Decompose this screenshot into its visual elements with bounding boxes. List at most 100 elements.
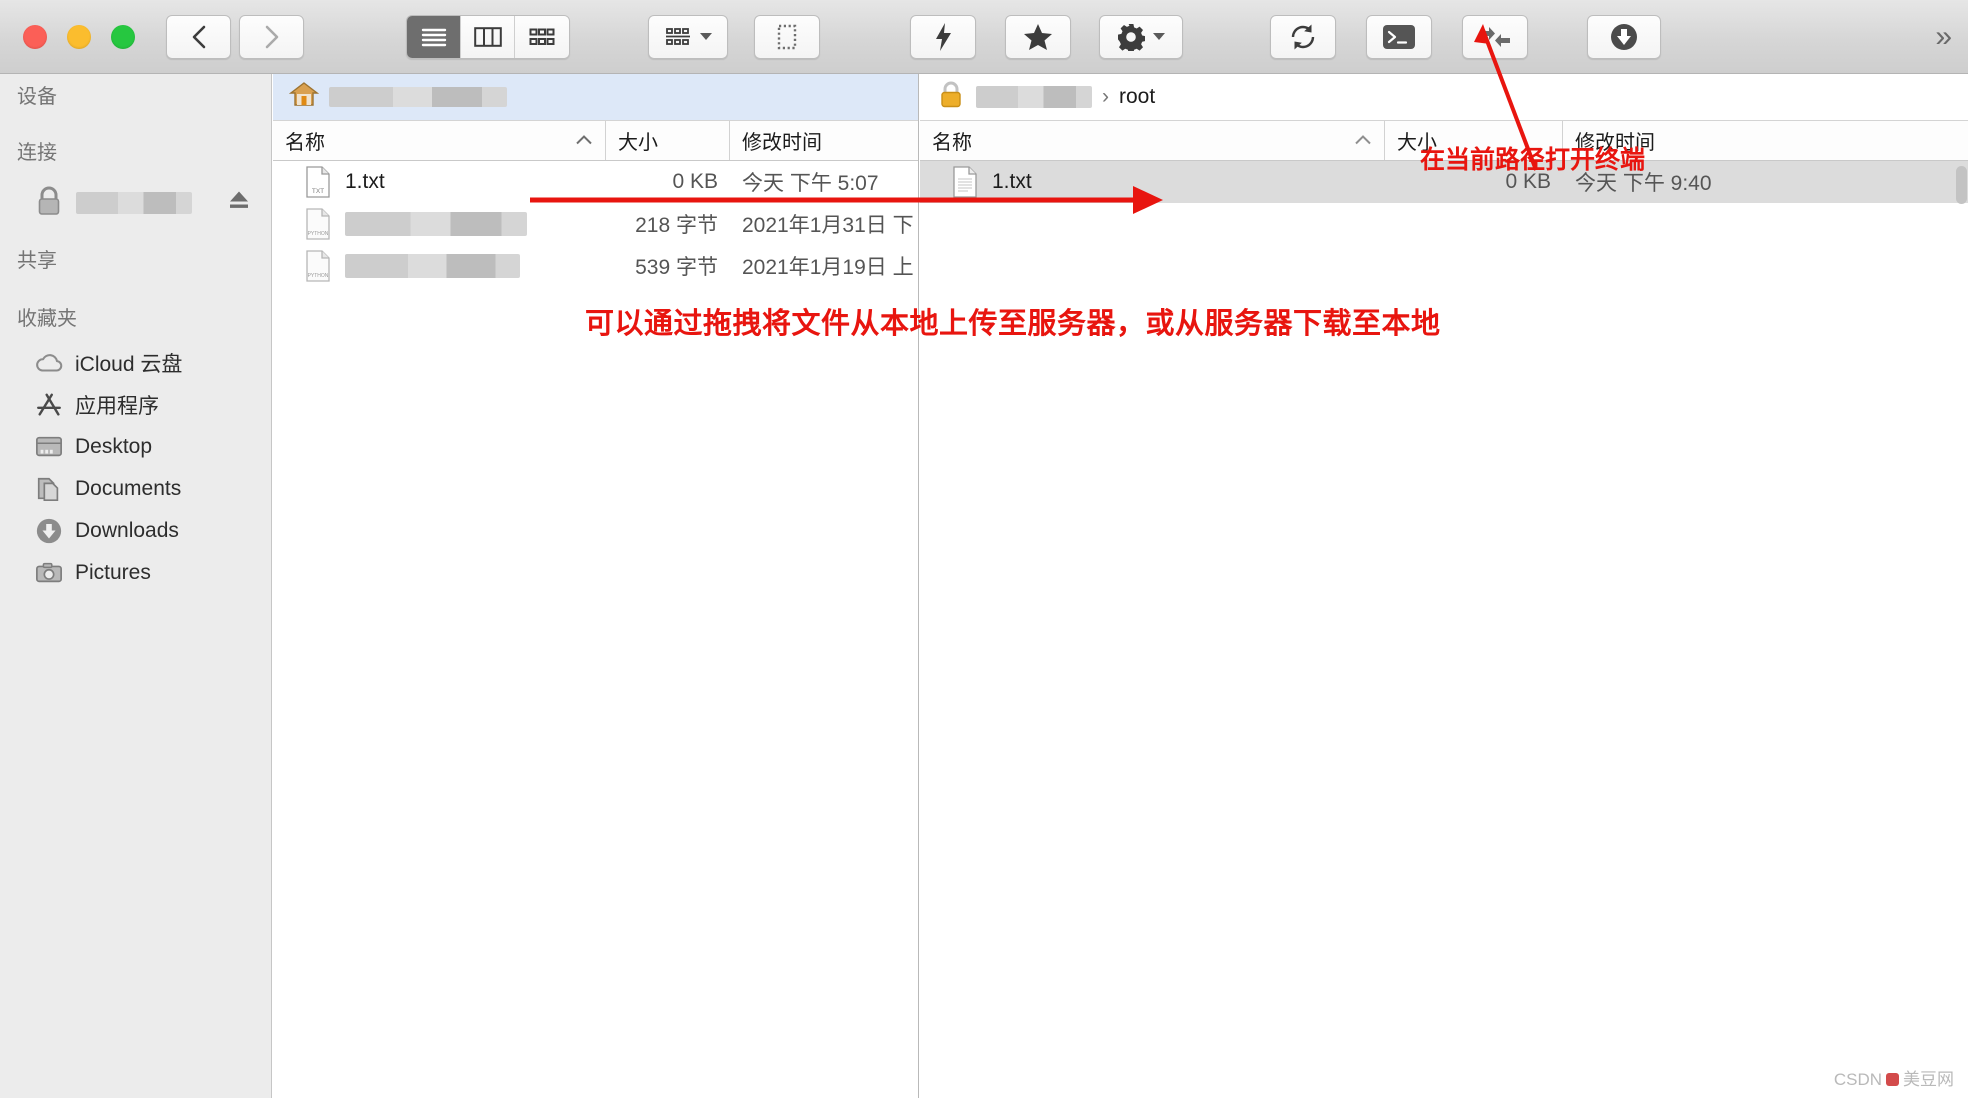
view-mode-column-button[interactable] <box>461 15 515 58</box>
terminal-icon <box>1383 24 1415 49</box>
remote-column-date[interactable]: 修改时间 <box>1563 121 1968 160</box>
sidebar-item-icloud[interactable]: iCloud 云盘 <box>0 342 271 384</box>
close-button[interactable] <box>23 24 47 49</box>
favorites-button[interactable] <box>1005 14 1071 59</box>
zoom-button[interactable] <box>111 24 135 49</box>
remote-path-bar[interactable]: › root <box>920 74 1968 121</box>
file-size: 539 字节 <box>635 256 718 279</box>
remote-column-name[interactable]: 名称 <box>920 121 1385 160</box>
txt-file-icon: TXT <box>305 166 331 198</box>
star-icon <box>1024 23 1052 50</box>
refresh-icon <box>1291 24 1315 49</box>
local-column-headers: 名称 大小 修改时间 <box>273 121 918 161</box>
forward-button[interactable] <box>239 14 304 59</box>
local-path-label <box>329 87 507 107</box>
breadcrumb-current: root <box>1119 85 1156 108</box>
file-size: 0 KB <box>1505 170 1551 193</box>
download-circle-icon <box>1611 23 1637 50</box>
chevron-right-icon <box>265 25 278 48</box>
app-store-icon <box>35 391 63 419</box>
download-circle-icon <box>35 517 63 545</box>
watermark-prefix: CSDN <box>1833 1070 1882 1089</box>
dashed-rect-icon <box>777 24 797 49</box>
download-button[interactable] <box>1587 14 1661 59</box>
cloud-icon <box>35 349 63 377</box>
camera-icon <box>35 559 63 587</box>
remote-host-label <box>976 86 1092 108</box>
local-file-pane: 名称 大小 修改时间 TXT 1.txt 0 KB 今天 下午 5:07 PYT… <box>273 74 919 1098</box>
python-file-icon: PYTHON <box>305 208 331 240</box>
list-view-icon <box>421 28 446 46</box>
sidebar-item-downloads[interactable]: Downloads <box>0 510 271 552</box>
table-row[interactable]: TXT 1.txt 0 KB 今天 下午 5:07 <box>273 161 918 203</box>
sidebar: 设备 连接 共享 收藏夹 iCloud 云盘 应用程序 Desktop Docu… <box>0 74 272 1098</box>
arrange-by-button[interactable] <box>648 14 728 59</box>
file-date: 今天 下午 9:40 <box>1575 172 1712 195</box>
text-file-icon <box>952 166 978 198</box>
sidebar-item-label: Documents <box>75 477 182 500</box>
settings-button[interactable] <box>1099 14 1183 59</box>
vertical-scrollbar[interactable] <box>1956 166 1967 204</box>
sidebar-section-favorites: 收藏夹 <box>17 308 77 330</box>
home-icon <box>288 80 320 114</box>
file-date: 今天 下午 5:07 <box>742 172 879 195</box>
desktop-icon <box>35 433 63 461</box>
sidebar-item-label: Downloads <box>75 519 179 542</box>
sidebar-item-label: iCloud 云盘 <box>75 353 183 376</box>
sidebar-item-pictures[interactable]: Pictures <box>0 552 271 594</box>
table-row[interactable]: PYTHON 539 字节 2021年1月19日 上 <box>273 245 918 287</box>
table-row[interactable]: PYTHON 218 字节 2021年1月31日 下 <box>273 203 918 245</box>
file-name: 1.txt <box>345 170 385 193</box>
watermark: CSDN 美豆网 <box>1834 1065 1954 1090</box>
svg-text:PYTHON: PYTHON <box>308 231 329 237</box>
svg-text:PYTHON: PYTHON <box>308 273 329 279</box>
lock-icon <box>936 79 966 115</box>
sidebar-item-applications[interactable]: 应用程序 <box>0 384 271 426</box>
view-mode-segmented-control <box>406 14 570 59</box>
bolt-icon <box>936 22 951 51</box>
file-name <box>345 212 527 236</box>
local-column-date[interactable]: 修改时间 <box>730 121 918 160</box>
svg-text:TXT: TXT <box>312 188 324 195</box>
table-row[interactable]: 1.txt 0 KB 今天 下午 9:40 <box>920 161 1968 203</box>
chevron-left-icon <box>192 25 205 48</box>
navigation-buttons <box>166 14 304 59</box>
refresh-button[interactable] <box>1270 14 1336 59</box>
selection-button[interactable] <box>754 14 820 59</box>
quick-action-button[interactable] <box>910 14 976 59</box>
file-size: 0 KB <box>672 170 718 193</box>
eject-icon[interactable] <box>228 189 250 218</box>
back-button[interactable] <box>166 14 231 59</box>
sidebar-item-desktop[interactable]: Desktop <box>0 426 271 468</box>
file-name <box>345 254 520 278</box>
sidebar-connection-label <box>76 192 192 214</box>
sidebar-item-label: Pictures <box>75 561 151 584</box>
column-view-icon <box>473 26 502 47</box>
sidebar-section-connections: 连接 <box>17 142 57 164</box>
terminal-button[interactable] <box>1366 14 1432 59</box>
watermark-suffix: 美豆网 <box>1903 1070 1954 1089</box>
toolbar-overflow-button[interactable]: » <box>1935 20 1952 54</box>
toolbar: » <box>0 0 1968 74</box>
file-date: 2021年1月31日 下 <box>742 214 914 237</box>
view-mode-icon-button[interactable] <box>515 15 569 58</box>
sidebar-item-connection[interactable] <box>0 176 271 230</box>
local-column-name[interactable]: 名称 <box>273 121 606 160</box>
sort-ascending-icon <box>1354 132 1372 149</box>
chevron-down-icon <box>1153 33 1165 40</box>
grid-icon <box>665 27 690 45</box>
local-path-bar[interactable] <box>273 74 918 121</box>
view-mode-list-button[interactable] <box>407 15 461 58</box>
remote-column-headers: 名称 大小 修改时间 <box>920 121 1968 161</box>
sidebar-item-documents[interactable]: Documents <box>0 468 271 510</box>
window-controls <box>23 24 135 49</box>
sidebar-section-shared: 共享 <box>17 250 57 272</box>
sync-button[interactable] <box>1462 14 1528 59</box>
python-file-icon: PYTHON <box>305 250 331 282</box>
sync-arrows-icon <box>1480 26 1510 47</box>
documents-icon <box>35 475 63 503</box>
minimize-button[interactable] <box>67 24 91 49</box>
local-column-size[interactable]: 大小 <box>606 121 730 160</box>
remote-column-size[interactable]: 大小 <box>1385 121 1563 160</box>
sidebar-item-label: 应用程序 <box>75 395 159 418</box>
